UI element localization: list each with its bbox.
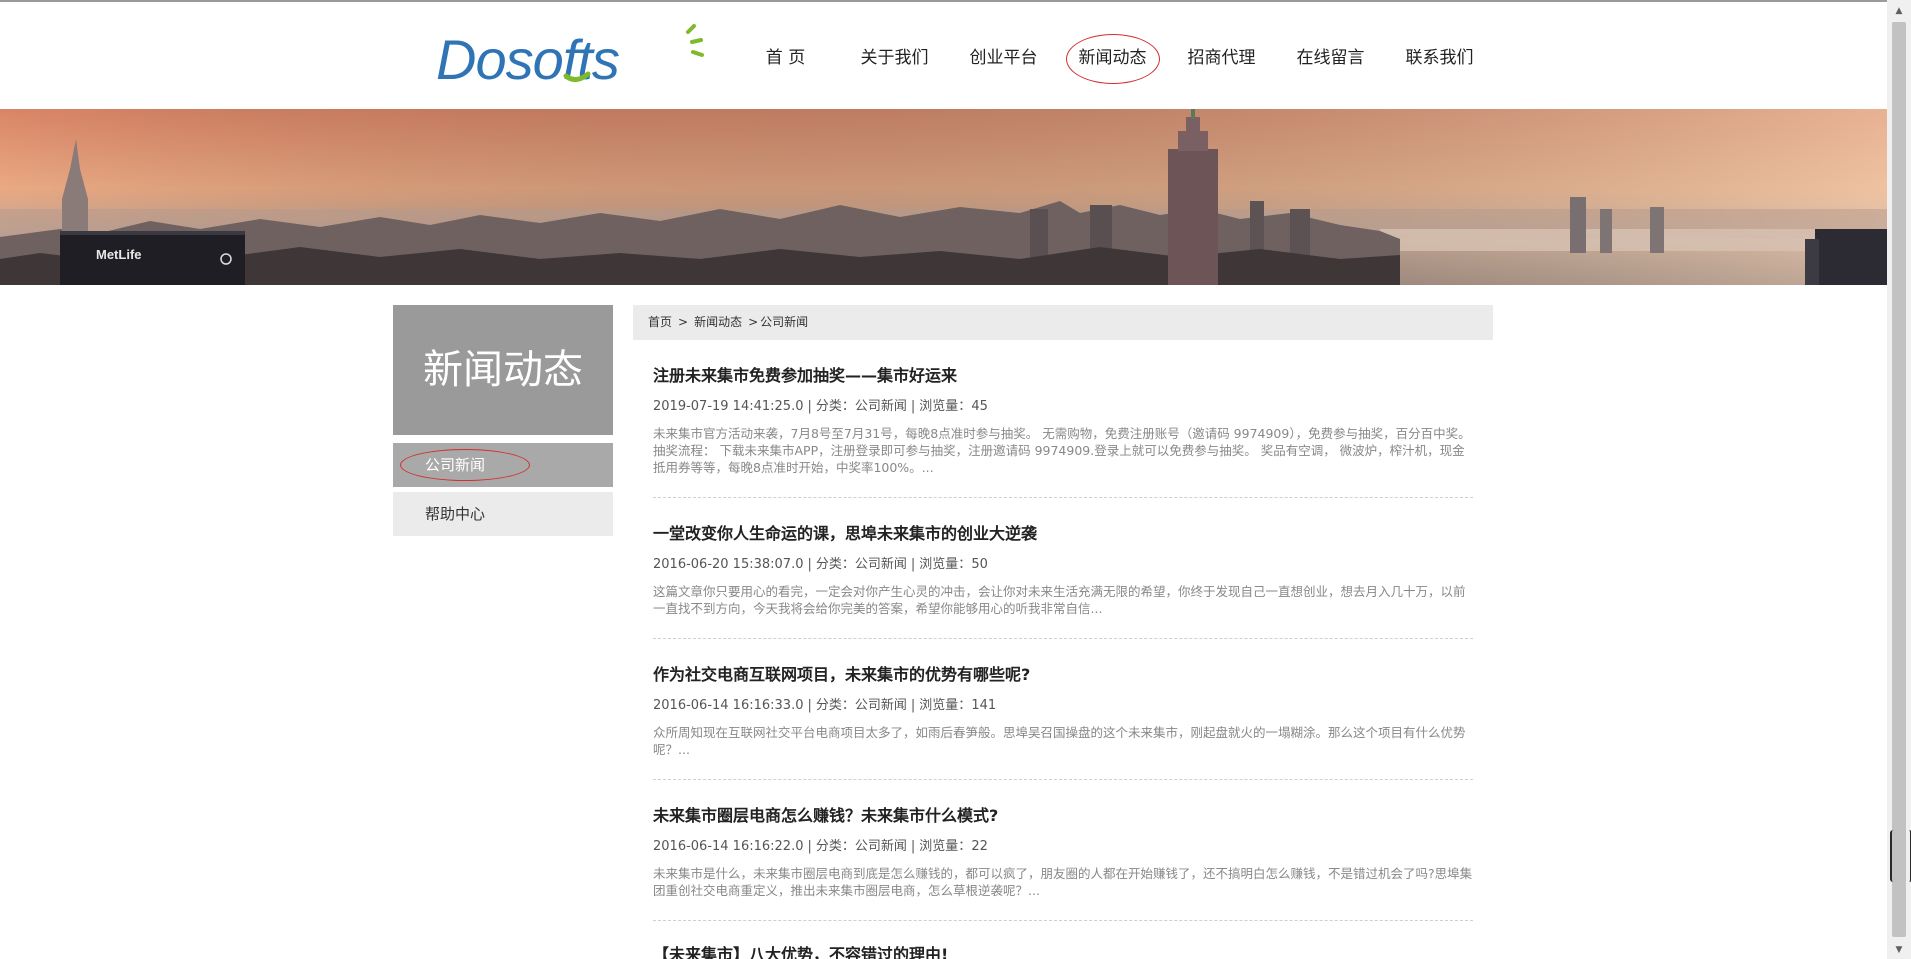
city-skyline: MetLife (0, 109, 1887, 285)
breadcrumb-current: 公司新闻 (760, 315, 809, 329)
article-views: 50 (971, 557, 988, 572)
scrollbar[interactable]: ▲ ▼ (1887, 0, 1911, 959)
article-date: 2016-06-20 15:38:07.0 (653, 557, 804, 572)
logo-text: Dosofts (436, 28, 619, 90)
scroll-up-icon[interactable]: ▲ (1887, 2, 1911, 20)
site-header: Dosofts 首 页 关于我们 创业平台 新闻动态 招商代理 在线留言 联系我… (0, 2, 1887, 108)
article-meta: 2019-07-19 14:41:25.0 | 分类：公司新闻 | 浏览量：45 (653, 399, 988, 414)
nav-home[interactable]: 首 页 (731, 36, 840, 80)
site-logo[interactable]: Dosofts (436, 24, 706, 90)
article-views: 45 (971, 399, 988, 414)
banner-image: MetLife (0, 109, 1887, 285)
article-meta: 2016-06-20 15:38:07.0 | 分类：公司新闻 | 浏览量：50 (653, 557, 988, 572)
list-item: 作为社交电商互联网项目，未来集市的优势有哪些呢? 2016-06-14 16:1… (653, 664, 1473, 758)
banner-sign: MetLife (96, 247, 142, 262)
article-excerpt: 众所周知现在互联网社交平台电商项目太多了，如雨后春笋般。思埠吴召国操盘的这个未来… (653, 725, 1466, 757)
article-divider (653, 497, 1473, 498)
article-date: 2019-07-19 14:41:25.0 (653, 399, 804, 414)
views-label: 浏览量： (919, 839, 972, 854)
article-meta: 2016-06-14 16:16:33.0 | 分类：公司新闻 | 浏览量：141 (653, 698, 997, 713)
sidebar-item-company-news[interactable]: 公司新闻 (393, 443, 613, 487)
scroll-indicator (1890, 830, 1911, 882)
article-divider (653, 779, 1473, 780)
nav-contact[interactable]: 联系我们 (1385, 36, 1494, 80)
sidebar-item-help-center[interactable]: 帮助中心 (393, 492, 613, 536)
article-category: 公司新闻 (854, 698, 907, 713)
list-item: 注册未来集市免费参加抽奖——集市好运来 2019-07-19 14:41:25.… (653, 365, 1473, 476)
nav-platform[interactable]: 创业平台 (949, 36, 1058, 80)
logo-spark-icon (686, 24, 696, 34)
category-label: 分类： (815, 698, 855, 713)
list-item: 未来集市圈层电商怎么赚钱？未来集市什么模式? 2016-06-14 16:16:… (653, 805, 1473, 899)
article-category: 公司新闻 (854, 839, 907, 854)
breadcrumb: 首页 > 新闻动态 > 公司新闻 (633, 305, 1493, 340)
article-category: 公司新闻 (854, 557, 907, 572)
list-item: 【未来集市】八大优势，不容错过的理由! (653, 944, 1473, 959)
article-divider (653, 638, 1473, 639)
article-excerpt: 未来集市官方活动来袭，7月8号至7月31号，每晚8点准时参与抽奖。 无需购物，免… (653, 426, 1471, 475)
category-label: 分类： (815, 557, 855, 572)
article-divider (653, 920, 1473, 921)
article-category: 公司新闻 (854, 399, 907, 414)
article-date: 2016-06-14 16:16:22.0 (653, 839, 804, 854)
article-title[interactable]: 一堂改变你人生命运的课，思埠未来集市的创业大逆袭 (653, 523, 1473, 545)
article-title[interactable]: 作为社交电商互联网项目，未来集市的优势有哪些呢? (653, 664, 1473, 686)
article-meta: 2016-06-14 16:16:22.0 | 分类：公司新闻 | 浏览量：22 (653, 839, 988, 854)
article-views: 22 (971, 839, 988, 854)
article-excerpt: 未来集市是什么，未来集市圈层电商到底是怎么赚钱的，都可以疯了，朋友圈的人都在开始… (653, 866, 1473, 898)
nav-agency[interactable]: 招商代理 (1167, 36, 1276, 80)
views-label: 浏览量： (919, 399, 972, 414)
category-label: 分类： (815, 399, 855, 414)
article-date: 2016-06-14 16:16:33.0 (653, 698, 804, 713)
views-label: 浏览量： (919, 557, 972, 572)
nav-message[interactable]: 在线留言 (1276, 36, 1385, 80)
breadcrumb-separator: > (678, 315, 689, 329)
nav-news[interactable]: 新闻动态 (1058, 34, 1167, 84)
views-label: 浏览量： (919, 698, 972, 713)
article-title[interactable]: 未来集市圈层电商怎么赚钱？未来集市什么模式? (653, 805, 1473, 827)
article-excerpt: 这篇文章你只要用心的看完，一定会对你产生心灵的冲击，会让你对未来生活充满无限的希… (653, 584, 1466, 616)
breadcrumb-home[interactable]: 首页 (648, 315, 672, 329)
main-nav: 首 页 关于我们 创业平台 新闻动态 招商代理 在线留言 联系我们 (731, 34, 1494, 84)
nav-about[interactable]: 关于我们 (840, 36, 949, 80)
scroll-down-icon[interactable]: ▼ (1887, 941, 1911, 959)
article-views: 141 (971, 698, 997, 713)
sidebar-title: 新闻动态 (393, 305, 613, 435)
article-title[interactable]: 注册未来集市免费参加抽奖——集市好运来 (653, 365, 1473, 387)
article-title[interactable]: 【未来集市】八大优势，不容错过的理由! (653, 944, 1473, 959)
breadcrumb-section[interactable]: 新闻动态 (694, 315, 742, 329)
list-item: 一堂改变你人生命运的课，思埠未来集市的创业大逆袭 2016-06-20 15:3… (653, 523, 1473, 617)
category-label: 分类： (815, 839, 855, 854)
breadcrumb-separator: > (748, 315, 759, 329)
scrollbar-thumb[interactable] (1892, 22, 1906, 937)
